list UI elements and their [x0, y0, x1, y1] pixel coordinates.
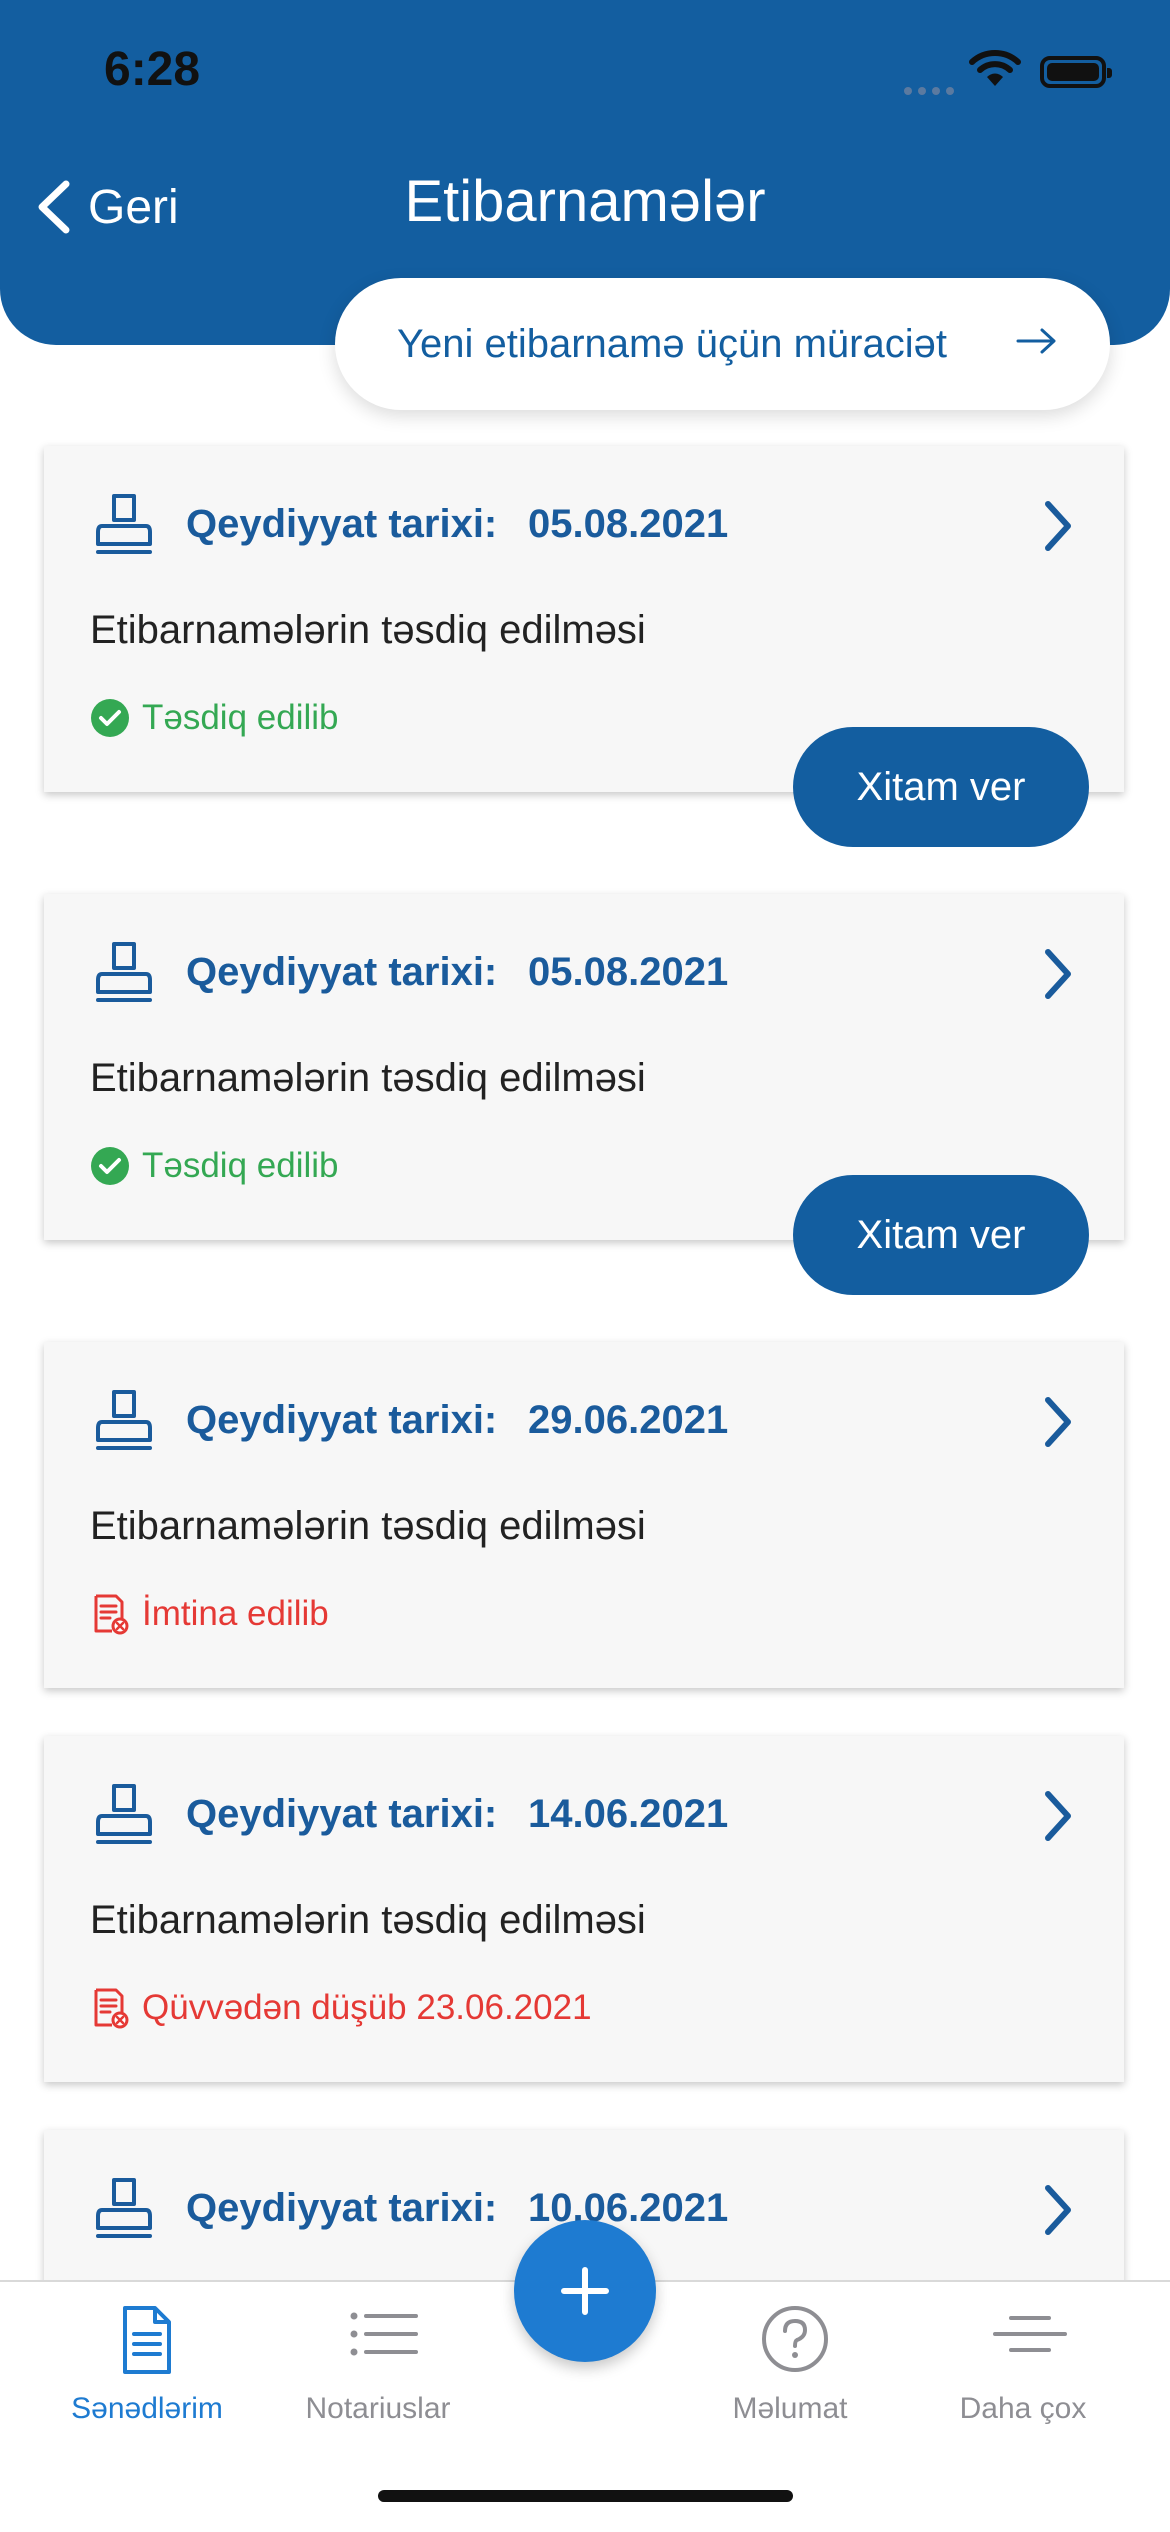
status-badge: İmtina edilib: [90, 1592, 329, 1636]
tab-label: Sənədlərim: [71, 2392, 223, 2425]
registration-date-label: Qeydiyyat tarixi:: [186, 2186, 498, 2230]
question-icon: [762, 2306, 828, 2372]
card-description: Etibarnamələrin təsdiq edilməsi: [90, 1898, 646, 1942]
chevron-right-icon[interactable]: [1038, 1392, 1078, 1452]
menu-icon: [993, 2316, 1067, 2352]
status-time: 6:28: [104, 43, 201, 96]
tab-more[interactable]: Daha çox: [908, 2282, 1138, 2442]
status-text: Təsdiq edilib: [142, 698, 339, 737]
status-text: Təsdiq edilib: [142, 1146, 339, 1185]
stamp-icon: [96, 1390, 152, 1450]
arrow-right-icon: [1016, 328, 1056, 354]
registration-date-label: Qeydiyyat tarixi:: [186, 1792, 498, 1836]
stamp-icon: [96, 2178, 152, 2238]
plus-icon: [561, 2267, 609, 2315]
chevron-right-icon[interactable]: [1038, 944, 1078, 1004]
tab-label: Notariuslar: [305, 2392, 451, 2425]
home-indicator: [378, 2490, 793, 2502]
status-badge: Təsdiq edilib: [90, 1144, 339, 1188]
add-button[interactable]: [514, 2220, 656, 2362]
status-text: İmtina edilib: [142, 1594, 329, 1633]
tab-info[interactable]: Məlumat: [675, 2282, 905, 2442]
chevron-right-icon[interactable]: [1038, 496, 1078, 556]
registration-date-value: 05.08.2021: [528, 950, 729, 994]
status-badge: Təsdiq edilib: [90, 696, 339, 740]
terminate-button[interactable]: Xitam ver: [793, 727, 1089, 847]
terminate-button[interactable]: Xitam ver: [793, 1175, 1089, 1295]
wifi-icon: [969, 50, 1021, 86]
chevron-right-icon[interactable]: [1038, 2180, 1078, 2240]
status-text: Qüvvədən düşüb 23.06.2021: [142, 1988, 592, 2027]
chevron-right-icon[interactable]: [1038, 1786, 1078, 1846]
check-circle-icon: [91, 699, 129, 737]
registration-date-label: Qeydiyyat tarixi:: [186, 1398, 498, 1442]
tab-label: Daha çox: [959, 2392, 1087, 2425]
check-circle-icon: [91, 1147, 129, 1185]
new-request-label: Yeni etibarnamə üçün müraciət: [397, 321, 947, 366]
registration-date-value: 05.08.2021: [528, 502, 729, 546]
battery-icon: [1040, 56, 1112, 88]
document-expired-icon: [94, 1988, 129, 2029]
new-request-button[interactable]: Yeni etibarnamə üçün müraciət: [335, 278, 1110, 410]
page-title: Etibarnamələr: [404, 169, 766, 234]
list-icon: [350, 2312, 418, 2356]
stamp-icon: [96, 494, 152, 554]
registration-date-label: Qeydiyyat tarixi:: [186, 502, 498, 546]
stamp-icon: [96, 942, 152, 1002]
tab-documents[interactable]: Sənədlərim: [32, 2282, 262, 2442]
power-of-attorney-card[interactable]: Qeydiyyat tarixi: 29.06.2021 Etibarnaməl…: [44, 1342, 1124, 1688]
power-of-attorney-card[interactable]: Qeydiyyat tarixi: 14.06.2021 Etibarnaməl…: [44, 1736, 1124, 2082]
tab-notaries[interactable]: Notariuslar: [263, 2282, 493, 2442]
document-icon: [123, 2306, 171, 2374]
registration-date-label: Qeydiyyat tarixi:: [186, 950, 498, 994]
tab-label: Məlumat: [732, 2392, 848, 2425]
card-description: Etibarnamələrin təsdiq edilməsi: [90, 608, 646, 652]
stamp-icon: [96, 1784, 152, 1844]
document-rejected-icon: [94, 1594, 129, 1635]
registration-date-value: 29.06.2021: [528, 1398, 729, 1442]
card-description: Etibarnamələrin təsdiq edilməsi: [90, 1504, 646, 1548]
cellular-signal-icon: [904, 82, 960, 95]
registration-date-value: 14.06.2021: [528, 1792, 729, 1836]
status-badge: Qüvvədən düşüb 23.06.2021: [90, 1986, 592, 2030]
card-description: Etibarnamələrin təsdiq edilməsi: [90, 1056, 646, 1100]
